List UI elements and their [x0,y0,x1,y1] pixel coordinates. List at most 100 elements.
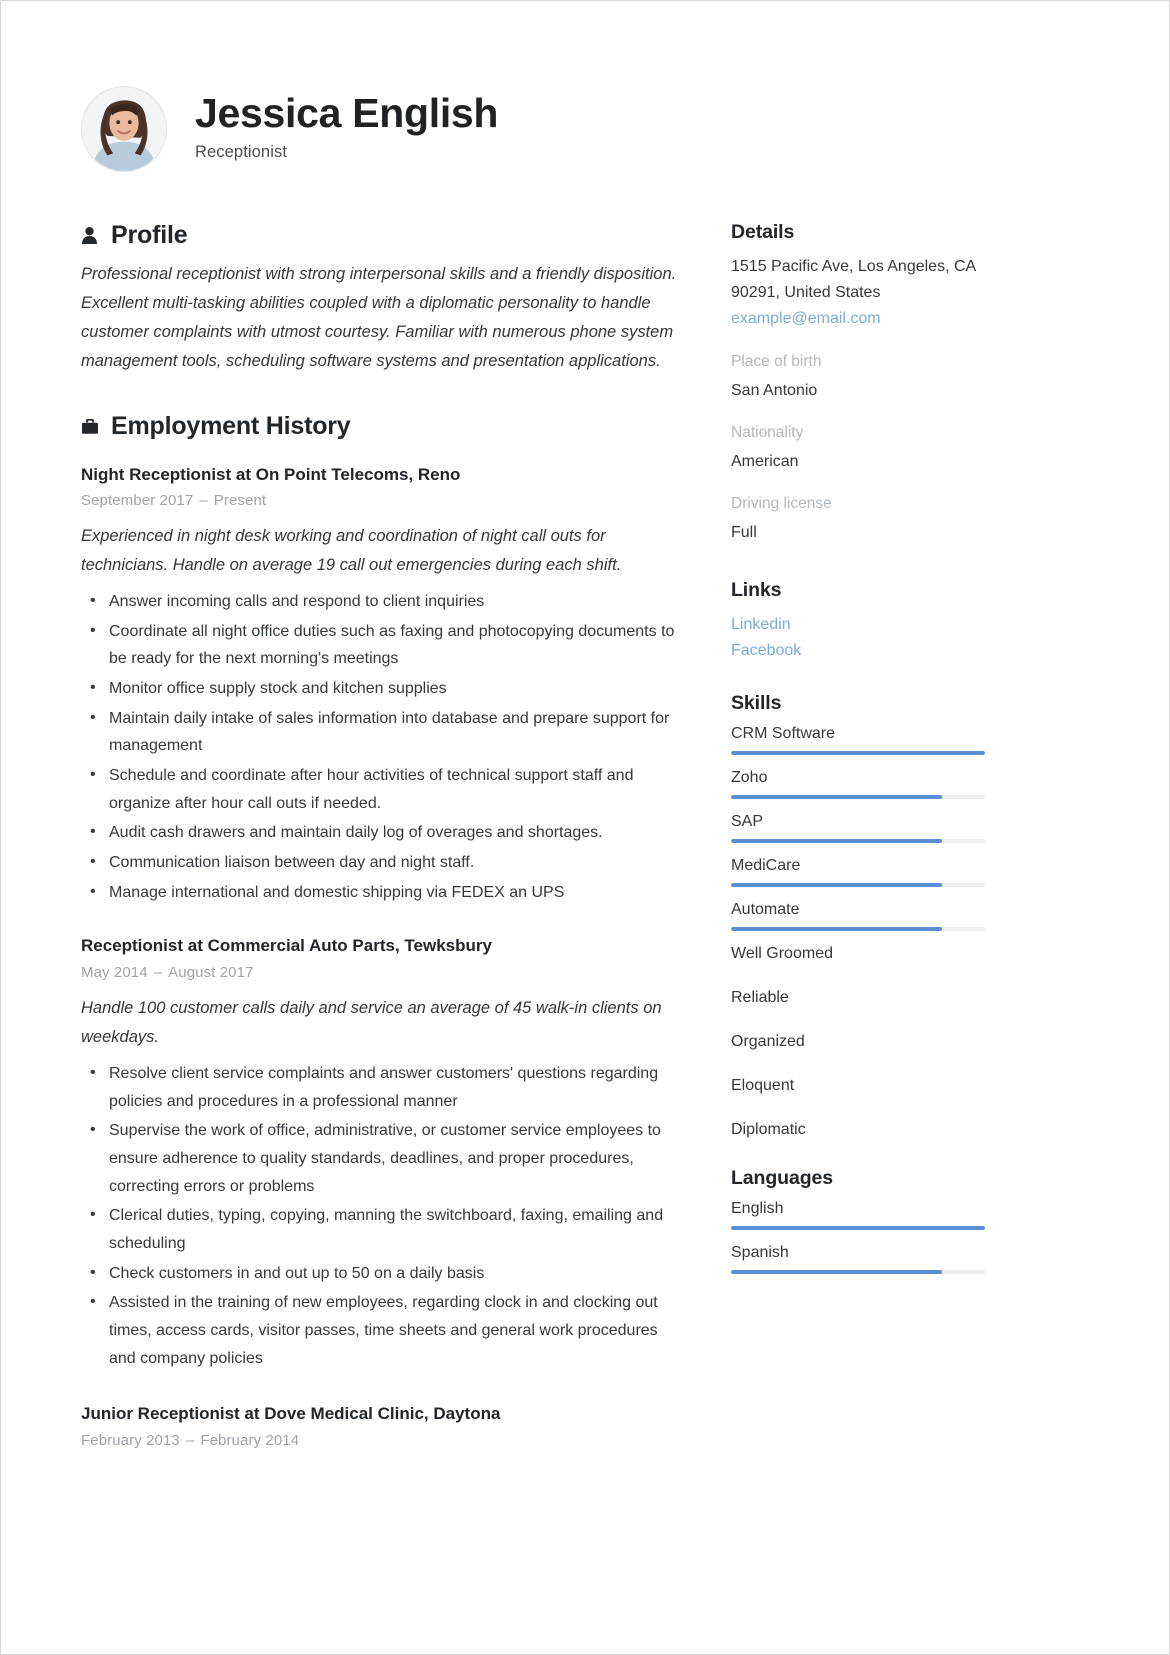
candidate-job-title: Receptionist [195,143,287,162]
detail-label: Driving license [731,495,832,513]
job-entry: Receptionist at Commercial Auto Parts, T… [81,934,685,1372]
email-link[interactable]: example@email.com [731,306,999,332]
skill-item: Automate [731,901,999,932]
skill-label: Automate [731,901,800,919]
details-section: Details 1515 Pacific Ave, Los Angeles, C… [731,221,999,545]
date-separator: – [185,1432,195,1450]
list-item: Supervise the work of office, administra… [81,1116,685,1200]
detail-field: Place of birth San Antonio [731,350,999,403]
skill-item: MediCare [731,857,999,888]
job-entry: Junior Receptionist at Dove Medical Clin… [81,1402,685,1449]
detail-label: Nationality [731,423,804,441]
employment-section-header: Employment History [81,412,685,441]
candidate-name: Jessica English [195,89,499,136]
job-entry: Night Receptionist at On Point Telecoms,… [81,463,685,907]
skills-heading: Skills [731,692,782,715]
skill-label: MediCare [731,857,801,875]
resume-body: Profile Professional receptionist with s… [81,221,1049,1449]
job-duties-list: Answer incoming calls and respond to cli… [81,587,685,907]
avatar [81,86,167,172]
language-progress-track [731,1270,985,1275]
detail-value: San Antonio [731,381,818,399]
skill-progress-track [731,839,985,844]
job-end-date: February 2014 [200,1432,300,1450]
profile-section-header: Profile [81,221,685,250]
sidebar-column: Details 1515 Pacific Ave, Los Angeles, C… [731,221,999,1302]
detail-value: American [731,453,799,471]
skill-item: SAP [731,813,999,844]
date-separator: – [153,964,163,982]
skill-progress-track [731,751,985,756]
detail-field: Driving license Full [731,492,999,545]
list-item: Communication liaison between day and ni… [81,848,685,877]
skill-label: SAP [731,813,764,831]
skill-item: Zoho [731,769,999,800]
list-item: Resolve client service complaints and an… [81,1059,685,1115]
skills-section: Skills CRM Software Zoho SAP MediCare Au… [731,692,999,1139]
skill-label: CRM Software [731,725,836,743]
detail-field: Nationality American [731,421,999,474]
list-item: Schedule and coordinate after hour activ… [81,761,685,817]
resume-page: Jessica English Receptionist Profile Pro… [0,0,1170,1655]
job-title: Night Receptionist at On Point Telecoms,… [81,464,461,484]
language-progress-fill [731,1270,942,1275]
job-description: Handle 100 customer calls daily and serv… [81,999,662,1046]
job-description: Experienced in night desk working and co… [81,527,622,574]
job-duties-list: Resolve client service complaints and an… [81,1059,685,1372]
skill-progress-fill [731,751,985,756]
link-facebook[interactable]: Facebook [731,638,999,664]
skill-label: Well Groomed [731,945,833,963]
detail-label: Place of birth [731,352,822,370]
language-label: Spanish [731,1244,789,1262]
skill-item: CRM Software [731,725,999,756]
language-item: Spanish [731,1244,999,1275]
date-separator: – [199,492,208,510]
profile-heading: Profile [111,221,188,249]
job-end-date: August 2017 [168,964,254,982]
list-item: Monitor office supply stock and kitchen … [81,674,685,703]
skill-progress-fill [731,795,942,800]
employment-heading: Employment History [111,411,351,440]
links-heading: Links [731,579,782,602]
list-item: Audit cash drawers and maintain daily lo… [81,818,685,847]
job-dates: February 2013– February 2014 [81,1432,685,1449]
language-progress-fill [731,1226,985,1231]
list-item: Answer incoming calls and respond to cli… [81,587,685,616]
list-item: Coordinate all night office duties such … [81,617,685,673]
job-start-date: September 2017 [81,492,194,510]
details-heading: Details [731,221,795,243]
job-title: Receptionist at Commercial Auto Parts, T… [81,936,492,956]
person-icon [81,225,98,246]
profile-text: Professional receptionist with strong in… [81,265,677,370]
job-start-date: February 2013 [81,1432,180,1450]
resume-document: Jessica English Receptionist Profile Pro… [1,1,1169,1654]
skill-progress-fill [731,839,942,844]
job-dates: May 2014– August 2017 [81,964,685,981]
job-dates: September 2017– Present [81,492,685,509]
skill-label: Organized [731,1033,805,1051]
skill-progress-fill [731,883,942,888]
job-start-date: May 2014 [81,964,148,982]
list-item: Clerical duties, typing, copying, mannin… [81,1201,685,1257]
languages-section: Languages English Spanish [731,1167,999,1275]
skill-progress-track [731,927,985,932]
language-progress-track [731,1226,985,1231]
links-section: Links Linkedin Facebook [731,579,999,664]
resume-header: Jessica English Receptionist [81,79,1049,179]
address-line-2: 90291, United States [731,283,881,301]
job-title: Junior Receptionist at Dove Medical Clin… [81,1404,501,1424]
skill-progress-track [731,795,985,800]
skill-label: Diplomatic [731,1121,806,1139]
link-linkedin[interactable]: Linkedin [731,612,999,638]
skill-label: Eloquent [731,1077,795,1095]
list-item: Manage international and domestic shippi… [81,878,685,907]
language-label: English [731,1200,784,1218]
briefcase-icon [81,416,98,437]
list-item: Maintain daily intake of sales informati… [81,704,685,760]
detail-value: Full [731,524,757,542]
skill-progress-track [731,883,985,888]
language-item: English [731,1200,999,1231]
skill-label: Reliable [731,989,789,1007]
languages-heading: Languages [731,1167,834,1190]
list-item: Check customers in and out up to 50 on a… [81,1259,685,1288]
